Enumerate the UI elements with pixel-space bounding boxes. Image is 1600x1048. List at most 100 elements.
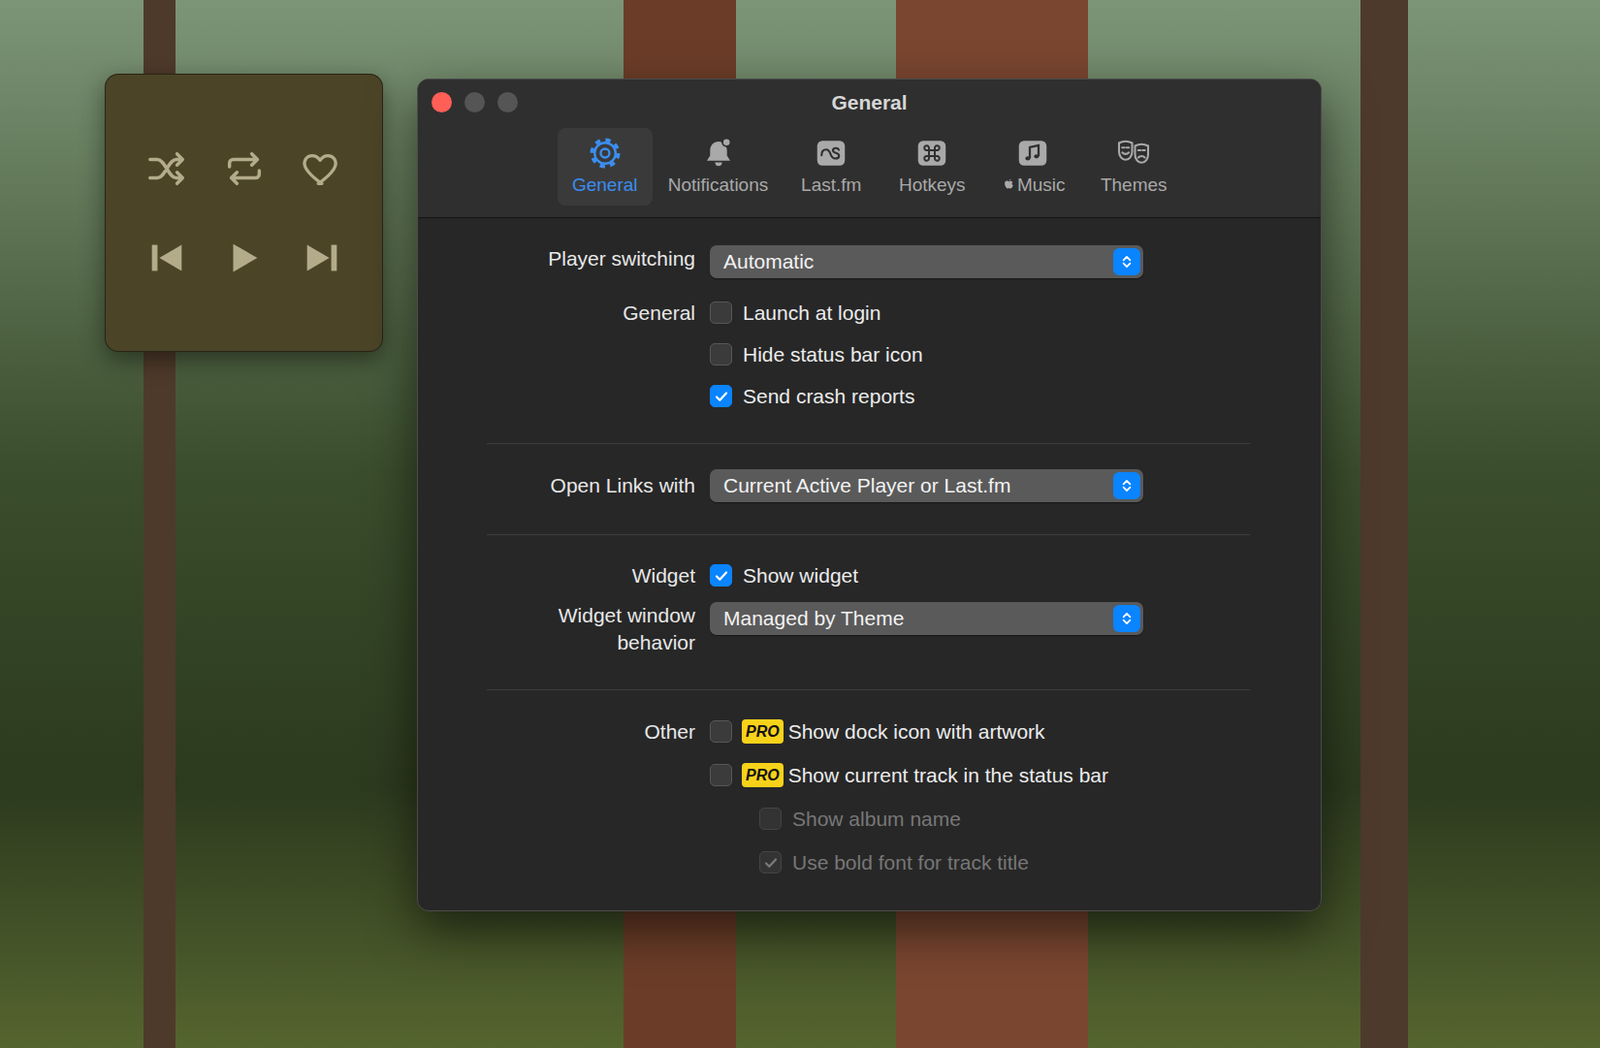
checkbox[interactable]	[709, 384, 733, 408]
check-icon	[762, 854, 780, 872]
player-switching-row: Player switching Automatic	[486, 245, 1250, 292]
tab-label: General	[572, 174, 639, 196]
other-section: OtherPROShow dock icon with artworkPROSh…	[486, 690, 1250, 895]
tab[interactable]: Music	[985, 128, 1081, 206]
option-row: PROShow current track in the status bar	[486, 753, 1250, 798]
close-button[interactable]	[431, 92, 452, 113]
tab-bar: General Notifications Last.fm Hotkeys Music T…	[417, 128, 1321, 206]
checkbox-option[interactable]: Show widget	[709, 564, 1250, 588]
popup-value: Current Active Player or Last.fm	[723, 474, 1011, 498]
checkbox[interactable]	[709, 343, 733, 366]
apple-icon	[1000, 176, 1018, 193]
checkbox[interactable]	[709, 301, 733, 324]
player-switching-popup[interactable]: Automatic	[709, 245, 1144, 279]
stepper-icon	[1113, 248, 1141, 276]
pro-badge: PRO	[741, 763, 784, 788]
pro-badge: PRO	[741, 719, 784, 744]
tab[interactable]: Hotkeys	[884, 128, 980, 206]
previous-button[interactable]	[128, 213, 206, 303]
checkbox-option[interactable]: PROShow current track in the status bar	[709, 763, 1250, 788]
option-label: Show dock icon with artwork	[788, 720, 1046, 744]
previous-icon	[144, 235, 190, 281]
desktop: General General Notifications Last.fm Hotkey…	[0, 0, 1600, 1048]
next-icon	[299, 235, 345, 281]
checkbox-option[interactable]: Launch at login	[709, 301, 1250, 325]
option-label: Send crash reports	[742, 384, 915, 409]
play-icon	[222, 235, 267, 281]
settings-window: General General Notifications Last.fm Hotkey…	[416, 78, 1322, 912]
play-button[interactable]	[205, 213, 284, 303]
popup-value: Managed by Theme	[723, 607, 904, 631]
shuffle-icon	[144, 146, 190, 192]
widget-row: Widget Show widget	[486, 558, 1250, 593]
checkbox-option[interactable]: Send crash reports	[709, 384, 1250, 409]
music-icon	[1015, 135, 1051, 171]
checkbox	[759, 807, 782, 831]
repeat-icon	[222, 146, 267, 192]
player-widget[interactable]	[104, 73, 384, 352]
gear-icon	[587, 135, 623, 171]
checkbox	[759, 851, 782, 874]
like-button[interactable]	[283, 124, 361, 214]
checkbox-option[interactable]: Hide status bar icon	[709, 343, 1250, 367]
general-section: Player switching Automatic General Launch a…	[486, 218, 1250, 445]
minimize-button[interactable]	[464, 92, 485, 113]
widget-behavior-row: Widget window behaviorManaged by Theme	[486, 602, 1250, 657]
checkbox-option[interactable]: PROShow dock icon with artwork	[709, 719, 1250, 744]
row-label: Other	[486, 718, 696, 746]
masks-icon	[1116, 135, 1152, 171]
checkbox[interactable]	[709, 764, 733, 787]
row-label: Open Links with	[486, 472, 696, 500]
heart-icon	[299, 146, 345, 192]
checkbox[interactable]	[709, 564, 733, 587]
tab-label: Themes	[1100, 174, 1168, 196]
checkbox[interactable]	[709, 720, 733, 743]
check-icon	[712, 387, 731, 406]
stepper-icon	[1113, 605, 1141, 633]
widget-section: Widget Show widget Widget window behaviorM…	[486, 535, 1250, 691]
command-icon	[914, 135, 950, 171]
option-label: Use bold font for track title	[792, 851, 1029, 875]
option-row: General Launch at login	[486, 291, 1250, 334]
option-row: Hide status bar icon	[486, 333, 1250, 376]
tab[interactable]: Last.fm	[783, 128, 879, 206]
tab-label: Notifications	[668, 174, 769, 196]
repeat-button[interactable]	[205, 124, 284, 214]
title-bar: General	[417, 79, 1321, 127]
window-controls	[431, 92, 518, 113]
option-row: Send crash reports	[486, 375, 1250, 417]
lastfm-icon	[813, 135, 849, 171]
tab-label: Music	[1000, 174, 1066, 196]
row-label: Widget	[486, 562, 696, 590]
tab-label: Hotkeys	[898, 174, 966, 196]
option-label: Hide status bar icon	[742, 343, 924, 367]
open-links-row: Open Links with Current Active Player or …	[486, 469, 1250, 503]
option-label: Show widget	[742, 564, 859, 588]
toolbar: General General Notifications Last.fm Hotkey…	[417, 79, 1321, 219]
option-row: Use bold font for track title	[486, 840, 1250, 885]
tab[interactable]: Themes	[1086, 128, 1182, 206]
option-label: Launch at login	[742, 301, 881, 325]
bell-icon	[701, 135, 736, 171]
window-title: General	[831, 91, 907, 115]
option-row: Show album name	[486, 797, 1250, 841]
next-button[interactable]	[283, 213, 361, 303]
tab[interactable]: Notifications	[658, 128, 779, 206]
popup-value: Automatic	[723, 250, 814, 274]
option-label: Show current track in the status bar	[788, 764, 1109, 788]
widget-behavior-popup[interactable]: Managed by Theme	[709, 602, 1144, 636]
option-row: Other PROShow dock icon with artwork	[486, 709, 1250, 754]
tab[interactable]: General	[557, 128, 653, 206]
option-label: Show album name	[792, 807, 961, 832]
row-label: Player switching	[486, 245, 696, 273]
checkbox-option: Show album name	[709, 807, 1250, 832]
stepper-icon	[1113, 472, 1141, 500]
tab-label: Last.fm	[800, 174, 862, 196]
links-section: Open Links with Current Active Player or …	[486, 444, 1250, 536]
settings-content: Player switching Automatic General Launch a…	[417, 218, 1321, 895]
checkbox-option: Use bold font for track title	[709, 851, 1250, 875]
open-links-popup[interactable]: Current Active Player or Last.fm	[709, 469, 1144, 503]
shuffle-button[interactable]	[128, 124, 206, 214]
row-label: General	[486, 299, 696, 327]
zoom-button[interactable]	[497, 92, 518, 113]
